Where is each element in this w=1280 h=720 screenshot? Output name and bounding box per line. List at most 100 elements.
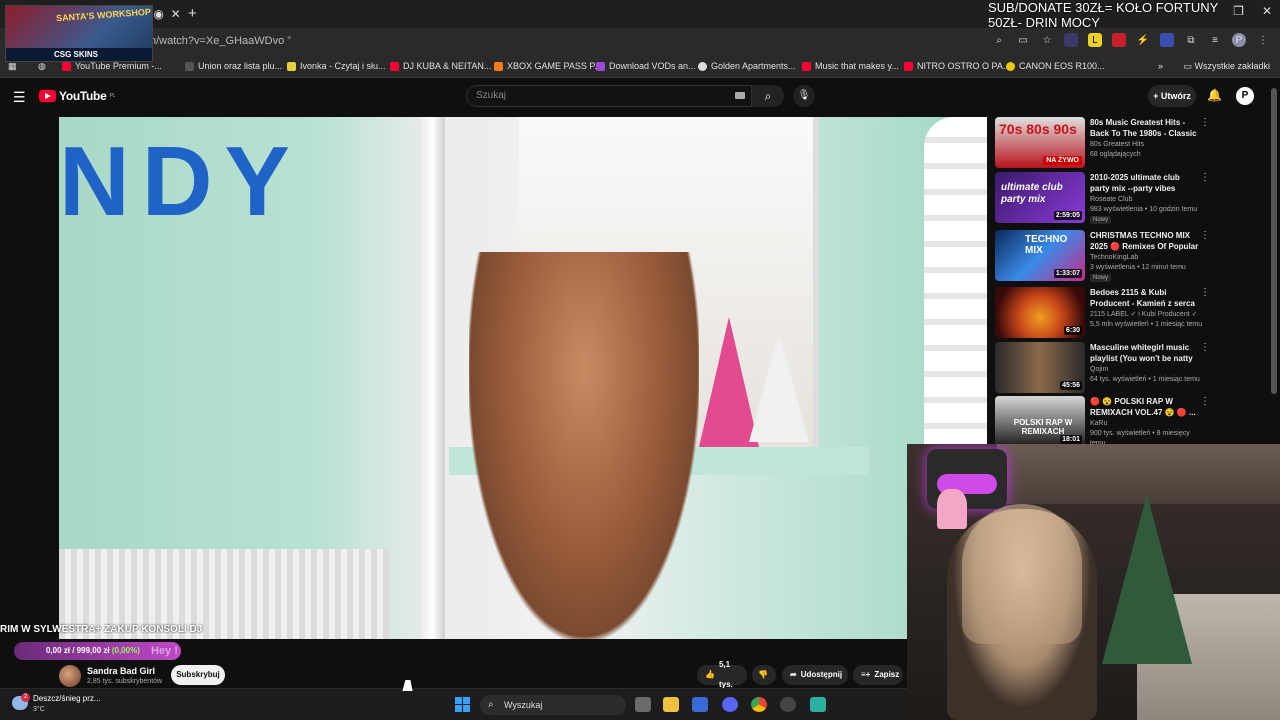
more-options-icon[interactable]: ⋮ (1200, 230, 1210, 241)
video-thumbnail[interactable]: 45:56 (995, 342, 1085, 393)
recommendation-title[interactable]: 80s Music Greatest Hits - Back To The 19… (1090, 117, 1200, 139)
close-window-icon[interactable]: ✕ (1262, 4, 1272, 18)
save-button[interactable]: ≡+ Zapisz (853, 665, 903, 685)
bookmark-item[interactable]: XBOX GAME PASS P... (494, 61, 602, 71)
recommendation-title[interactable]: 🔴 😵 POLSKI RAP W REMIXACH VOL.47 😵 🔴 ... (1090, 396, 1200, 418)
account-avatar[interactable]: P (1236, 87, 1254, 105)
bookmarks-bar: ▦ ◍ YouTube Premium -... Union oraz list… (0, 56, 1280, 78)
bookmark-item[interactable]: CANON EOS R100... (1006, 61, 1105, 71)
store-icon[interactable] (692, 697, 708, 712)
more-options-icon[interactable]: ⋮ (1200, 396, 1210, 407)
bookmark-item[interactable]: Ivonka - Czytaj i słu... (287, 61, 386, 71)
recommendation-channel[interactable]: KaRu (1090, 419, 1205, 429)
restore-icon[interactable]: ❐ (1233, 4, 1244, 18)
search-input[interactable]: Szukaj (466, 85, 752, 107)
voice-search-button[interactable]: 🎙 (793, 85, 815, 107)
extension-icon[interactable]: L (1088, 33, 1102, 47)
video-player[interactable]: NDY (59, 117, 987, 639)
search-button[interactable]: ⌕ (752, 85, 784, 107)
bookmark-item[interactable]: Union oraz lista plu... (185, 61, 282, 71)
video-thumbnail[interactable]: TECHNO MIX 1:33:07 (995, 230, 1085, 281)
file-explorer-icon[interactable] (663, 697, 679, 712)
channel-name[interactable]: Sandra Bad Girl (87, 666, 155, 676)
zoom-icon[interactable]: ⌕ (992, 33, 1006, 47)
apps-icon[interactable]: ▦ (8, 61, 17, 72)
video-thumbnail[interactable]: 70s 80s 90s NA ŻYWO (995, 117, 1085, 168)
save-playlist-icon: ≡+ (861, 670, 871, 679)
recommendation-title[interactable]: Bedoes 2115 & Kubi Producent - Kamień z … (1090, 287, 1200, 309)
channel-avatar[interactable] (59, 665, 81, 687)
share-button[interactable]: ➦ Udostępnij (782, 665, 848, 685)
weather-description[interactable]: Deszcz/śnieg prz... (33, 694, 101, 703)
extension-icon[interactable]: ⚡ (1136, 33, 1150, 47)
recommendation-channel[interactable]: 2115 LABEL ✓ i Kubi Producent ✓ (1090, 310, 1205, 320)
share-label: Udostępnij (800, 670, 843, 679)
bookmark-star-icon[interactable]: ☆ (1040, 33, 1054, 47)
taskbar-search[interactable]: ⌕ Wyszukaj (480, 695, 626, 715)
notepad-icon[interactable] (810, 697, 826, 712)
more-options-icon[interactable]: ⋮ (1200, 287, 1210, 298)
video-thumbnail[interactable]: POLSKI RAP W REMIXACH 18:01 (995, 396, 1085, 447)
taskbar-search-label: Wyszukaj (504, 700, 543, 710)
extensions-puzzle-icon[interactable]: ⧉ (1184, 33, 1198, 47)
bookmark-item[interactable]: NITRO OSTRO O PA... (904, 61, 1010, 71)
obs-icon[interactable] (780, 697, 796, 712)
bookmark-item[interactable]: DJ KUBA & NEITAN... (390, 61, 491, 71)
duration-badge: 45:56 (1060, 381, 1082, 390)
new-tab-button[interactable]: + (188, 5, 197, 22)
tab-audio-icon[interactable]: ◉ (153, 7, 163, 21)
url-field[interactable]: n/watch?v=Xe_GHaaWDvo (150, 35, 284, 47)
more-options-icon[interactable]: ⋮ (1200, 342, 1210, 353)
video-thumbnail[interactable]: 6:30 (995, 287, 1085, 338)
window-controls: ❐ ✕ (1233, 4, 1272, 18)
new-badge: Nowy (1090, 216, 1112, 224)
recommendation-meta: 2115 LABEL ✓ i Kubi Producent ✓ 5,5 mln w… (1090, 310, 1205, 330)
recommendation-channel[interactable]: 80s Greatest Hits (1090, 140, 1205, 150)
bookmark-item[interactable]: Golden Apartments... (698, 61, 796, 71)
recommendation-item[interactable]: POLSKI RAP W REMIXACH 18:01 🔴 😵 POLSKI R… (995, 396, 1210, 448)
tab-close-icon[interactable]: ✕ (171, 7, 181, 21)
recommendation-item[interactable]: 70s 80s 90s NA ŻYWO 80s Music Greatest H… (995, 117, 1210, 169)
extension-icon[interactable] (1064, 33, 1078, 47)
like-button[interactable]: 👍 5,1 tys. (697, 660, 747, 689)
folder-icon: ▭ (1183, 61, 1195, 71)
recommendation-item[interactable]: 6:30 Bedoes 2115 & Kubi Producent - Kami… (995, 287, 1210, 339)
extension-icon[interactable] (1160, 33, 1174, 47)
hamburger-menu-icon[interactable]: ☰ (13, 89, 26, 106)
discord-icon[interactable] (722, 697, 738, 712)
recommendation-title[interactable]: CHRISTMAS TECHNO MIX 2025 🔴 Remixes Of P… (1090, 230, 1200, 252)
recommendation-item[interactable]: TECHNO MIX 1:33:07 CHRISTMAS TECHNO MIX … (995, 230, 1210, 282)
dislike-button[interactable]: 👎 (752, 665, 776, 685)
page-scrollbar[interactable] (1271, 88, 1277, 394)
recommendation-title[interactable]: 2010-2025 ultimate club party mix --part… (1090, 172, 1200, 194)
extension-icon[interactable] (1112, 33, 1126, 47)
more-bookmarks-icon[interactable]: » (1158, 61, 1163, 71)
create-button[interactable]: + Utwórz (1148, 85, 1196, 107)
recommendation-channel[interactable]: TechnoKingLab (1090, 253, 1205, 263)
task-view-icon[interactable] (635, 697, 651, 712)
recommendation-item[interactable]: 45:56 Masculine whitegirl music playlist… (995, 342, 1210, 394)
cast-icon[interactable]: ▭ (1016, 33, 1030, 47)
recommendation-item[interactable]: ultimate club party mix 2:59:05 2010-202… (995, 172, 1210, 224)
chrome-icon[interactable] (751, 697, 767, 712)
recommendation-channel[interactable]: Roseate Club (1090, 195, 1205, 205)
bookmark-favicon-icon[interactable]: ◍ (38, 61, 46, 72)
video-thumbnail[interactable]: ultimate club party mix 2:59:05 (995, 172, 1085, 223)
bookmark-item[interactable]: YouTube Premium -... (62, 61, 162, 71)
more-options-icon[interactable]: ⋮ (1200, 172, 1210, 183)
browser-tab[interactable]: ◉ ✕ (150, 4, 184, 24)
recommendation-title[interactable]: Masculine whitegirl music playlist (You … (1090, 342, 1200, 364)
menu-icon[interactable]: ⋮ (1256, 33, 1270, 47)
bookmark-item[interactable]: Download VODs an... (596, 61, 696, 71)
keyboard-icon[interactable] (735, 92, 745, 99)
media-icon[interactable]: ≡ (1208, 33, 1222, 47)
all-bookmarks[interactable]: ▭ Wszystkie zakładki (1183, 61, 1270, 72)
more-options-icon[interactable]: ⋮ (1200, 117, 1210, 128)
recommendation-channel[interactable]: Qojim (1090, 365, 1205, 375)
bookmark-item[interactable]: Music that makes y... (802, 61, 899, 71)
windows-start-icon[interactable] (455, 697, 470, 712)
notifications-bell-icon[interactable]: 🔔 (1207, 88, 1222, 102)
profile-icon[interactable]: P (1232, 33, 1246, 47)
youtube-logo[interactable]: YouTube PL (39, 89, 115, 103)
subscribe-button[interactable]: Subskrybuj (171, 665, 225, 685)
